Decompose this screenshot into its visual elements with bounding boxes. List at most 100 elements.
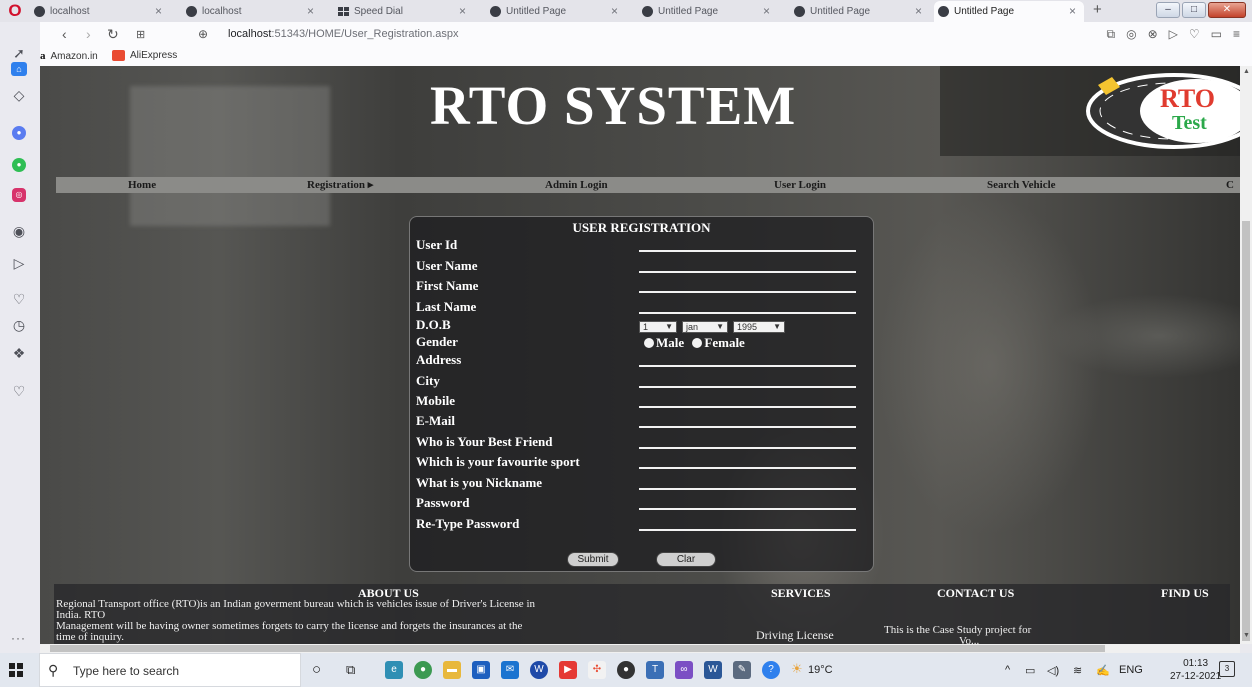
file-explorer-icon[interactable]: ▬ [443,661,461,679]
tab-untitled-active[interactable]: Untitled Page × [934,1,1084,22]
menu-registration[interactable]: Registration ▸ [307,177,373,193]
wifi-icon[interactable]: ≋ [1073,664,1082,677]
opera-logo-icon[interactable]: O [6,2,24,20]
battery-tray-icon[interactable]: ▭ [1025,664,1035,677]
close-tab-icon[interactable]: × [611,4,618,18]
word-app-icon[interactable]: W [704,661,722,679]
pinboard-icon[interactable]: ♡ [8,382,30,400]
visual-studio-icon[interactable]: ∞ [675,661,693,679]
close-tab-icon[interactable]: × [307,4,314,18]
close-tab-icon[interactable]: × [155,4,162,18]
mobile-input[interactable] [639,406,856,408]
whatsapp-icon[interactable]: ● [12,158,26,172]
task-view-icon[interactable]: ⧉ [346,662,355,678]
password-input[interactable] [639,508,856,510]
horizontal-scrollbar[interactable] [40,644,1240,653]
menu-icon[interactable]: ≡ [1233,27,1240,42]
notification-center-icon[interactable]: 3 [1219,661,1235,677]
tab-localhost-1[interactable]: localhost × [30,1,170,22]
weather-icon[interactable]: ☀ [791,661,803,677]
snapshot-icon[interactable]: ⧉ [1107,27,1116,42]
heart-sidebar-icon[interactable]: ♡ [8,290,30,308]
editor-app-icon[interactable]: ✎ [733,661,751,679]
store-app-icon[interactable]: ▣ [472,661,490,679]
word-circle-icon[interactable]: W [530,661,548,679]
horizontal-scroll-thumb[interactable] [50,645,1105,652]
instagram-icon[interactable]: ◎ [12,188,26,202]
site-info-icon[interactable]: ⊕ [198,27,208,41]
volume-icon[interactable]: ◁) [1047,664,1059,677]
minimize-button[interactable]: – [1156,2,1180,18]
close-tab-icon[interactable]: × [763,4,770,18]
close-tab-icon[interactable]: × [915,4,922,18]
help-app-icon[interactable]: ? [762,661,780,679]
first-name-input[interactable] [639,291,856,293]
home-icon[interactable]: ⌂ [11,62,27,76]
vertical-scrollbar[interactable]: ▲ ▼ [1240,66,1252,644]
youtube-app-icon[interactable]: ▶ [559,661,577,679]
new-tab-button[interactable]: + [1093,1,1102,18]
teams-app-icon[interactable]: T [646,661,664,679]
bookmark-diamond-icon[interactable]: ◇ [8,86,30,104]
dob-day-select[interactable]: 1 ▼ [639,321,677,333]
edge-app-icon[interactable]: e [385,661,403,679]
send-sidebar-icon[interactable]: ▷ [8,254,30,272]
service-driving-license[interactable]: Driving License [756,629,834,641]
vertical-scroll-thumb[interactable] [1242,221,1250,641]
url-field[interactable]: localhost:51343/HOME/User_Registration.a… [228,28,459,40]
windows-start-icon[interactable] [9,663,23,677]
battery-icon[interactable]: ▭ [1211,27,1222,42]
mail-app-icon[interactable]: ✉ [501,661,519,679]
speed-dial-grid-icon[interactable]: ⊞ [136,28,145,41]
bookmark-aliexpress[interactable]: AliExpress [112,50,177,61]
extensions-icon[interactable]: ❖ [8,344,30,362]
best-friend-input[interactable] [639,447,856,449]
player-icon[interactable]: ◉ [8,222,30,240]
pen-icon[interactable]: ✍ [1096,664,1110,677]
send-icon[interactable]: ▷ [1169,27,1178,42]
messenger-icon[interactable]: ● [12,126,26,140]
dob-year-select[interactable]: 1995 ▼ [733,321,785,333]
temperature-readout[interactable]: 19°C [808,664,833,676]
cortana-icon[interactable]: ○ [312,661,321,678]
retype-password-input[interactable] [639,529,856,531]
radio-female[interactable] [692,338,703,348]
forward-icon[interactable]: › [86,26,91,42]
back-icon[interactable]: ‹ [62,26,67,42]
dob-month-select[interactable]: jan ▼ [682,321,728,333]
close-tab-icon[interactable]: × [459,4,466,18]
tab-localhost-2[interactable]: localhost × [182,1,322,22]
tab-untitled-3[interactable]: Untitled Page × [790,1,930,22]
nickname-input[interactable] [639,488,856,490]
email-input[interactable] [639,426,856,428]
menu-admin-login[interactable]: Admin Login [545,177,608,193]
taskbar-clock[interactable]: 01:13 27-12-2021 [1170,657,1221,683]
github-app-icon[interactable]: ● [617,661,635,679]
adblock-icon[interactable]: ⊗ [1148,27,1158,42]
user-name-input[interactable] [639,271,856,273]
city-input[interactable] [639,386,856,388]
camera-icon[interactable]: ◎ [1126,27,1136,42]
menu-home[interactable]: Home [128,177,156,193]
menu-overflow[interactable]: C [1226,177,1234,193]
taskbar-search-box[interactable]: ⚲ Type here to search [39,653,301,687]
tab-untitled-1[interactable]: Untitled Page × [486,1,626,22]
close-tab-icon[interactable]: × [1069,4,1076,18]
chrome-app-icon[interactable]: ● [414,661,432,679]
menu-search-vehicle[interactable]: Search Vehicle [987,177,1056,193]
bookmark-amazon[interactable]: a Amazon.in [40,50,98,62]
cursor-icon[interactable]: ➚ [8,44,30,62]
tab-speed-dial[interactable]: Speed Dial × [334,1,474,22]
menu-user-login[interactable]: User Login [774,177,826,193]
clear-button[interactable]: Clar [656,552,716,567]
favourite-sport-input[interactable] [639,467,856,469]
history-icon[interactable]: ◷ [8,316,30,334]
close-window-button[interactable]: ✕ [1208,2,1246,18]
language-indicator[interactable]: ENG [1119,664,1143,676]
last-name-input[interactable] [639,312,856,314]
scroll-up-icon[interactable]: ▲ [1243,68,1250,75]
heart-icon[interactable]: ♡ [1189,27,1200,42]
maximize-button[interactable]: □ [1182,2,1206,18]
tab-untitled-2[interactable]: Untitled Page × [638,1,778,22]
scroll-down-icon[interactable]: ▼ [1243,632,1250,639]
